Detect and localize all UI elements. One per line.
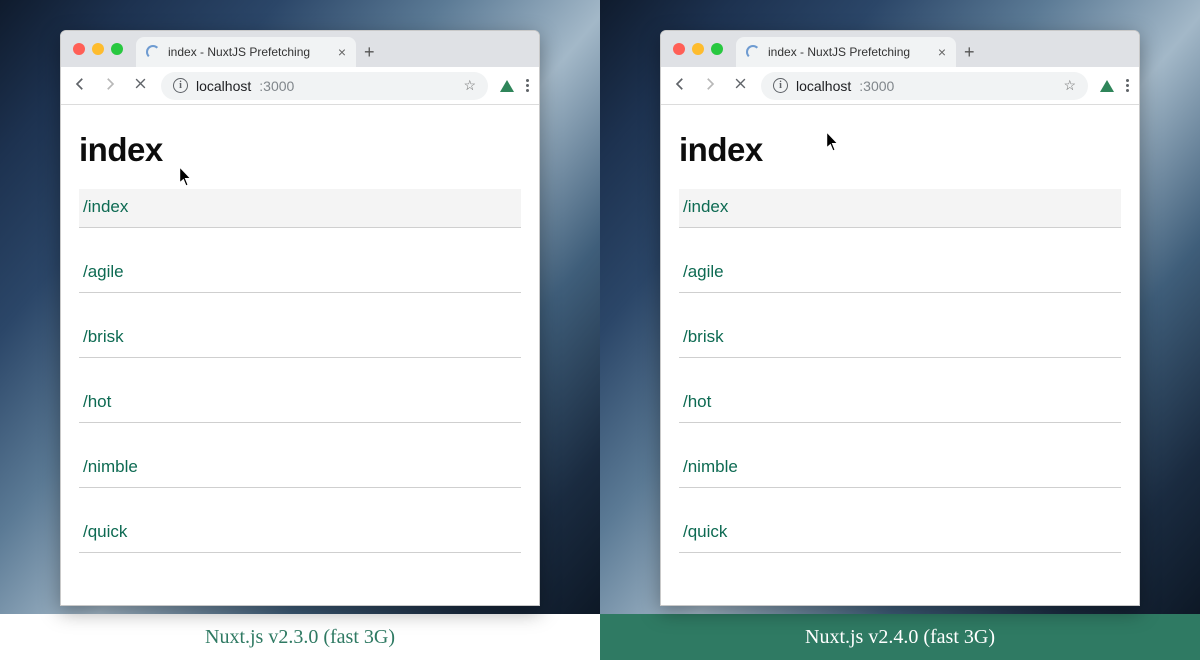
caption-label: Nuxt.js v2.4.0 (fast 3G) [600,614,1200,660]
link-list: /index /agile /brisk /hot /nimble /quick [679,189,1121,553]
browser-tab[interactable]: index - NuxtJS Prefetching × [136,37,356,67]
browser-menu-button[interactable] [526,79,529,92]
forward-button[interactable] [101,75,119,97]
caption-label: Nuxt.js v2.3.0 (fast 3G) [0,614,600,660]
close-window-button[interactable] [73,43,85,55]
bookmark-star-icon[interactable]: ☆ [463,77,476,94]
browser-tab[interactable]: index - NuxtJS Prefetching × [736,37,956,67]
site-info-icon[interactable]: i [773,78,788,93]
new-tab-button[interactable]: + [364,43,375,61]
nav-link[interactable]: /index [679,189,1121,228]
nav-link[interactable]: /hot [79,384,521,423]
browser-window: index - NuxtJS Prefetching × + i localho… [660,30,1140,606]
browser-menu-button[interactable] [1126,79,1129,92]
nuxt-extension-icon[interactable] [500,80,514,92]
page-content: index /index /agile /brisk /hot /nimble … [61,105,539,605]
close-tab-icon[interactable]: × [938,45,946,59]
tab-title: index - NuxtJS Prefetching [168,45,330,59]
back-button[interactable] [71,75,89,97]
nav-link[interactable]: /index [79,189,521,228]
stop-reload-button[interactable] [131,76,149,95]
desktop-background: index - NuxtJS Prefetching × + i localho… [600,0,1200,614]
nav-link[interactable]: /nimble [79,449,521,488]
nav-link[interactable]: /quick [679,514,1121,553]
url-host: localhost [196,78,251,94]
window-controls [73,43,123,55]
comparison-panel-left: index - NuxtJS Prefetching × + i localho… [0,0,600,660]
tab-title: index - NuxtJS Prefetching [768,45,930,59]
page-title: index [679,131,1121,169]
browser-window: index - NuxtJS Prefetching × + i localho… [60,30,540,606]
link-list: /index /agile /brisk /hot /nimble /quick [79,189,521,553]
page-content: index /index /agile /brisk /hot /nimble … [661,105,1139,605]
nav-link[interactable]: /nimble [679,449,1121,488]
nav-link[interactable]: /agile [79,254,521,293]
page-title: index [79,131,521,169]
maximize-window-button[interactable] [711,43,723,55]
maximize-window-button[interactable] [111,43,123,55]
url-host: localhost [796,78,851,94]
minimize-window-button[interactable] [692,43,704,55]
url-port: :3000 [859,78,894,94]
window-controls [673,43,723,55]
nav-link[interactable]: /quick [79,514,521,553]
loading-spinner-icon [146,45,160,59]
nuxt-extension-icon[interactable] [1100,80,1114,92]
close-window-button[interactable] [673,43,685,55]
address-bar[interactable]: i localhost :3000 ☆ [761,72,1088,100]
address-bar[interactable]: i localhost :3000 ☆ [161,72,488,100]
stop-reload-button[interactable] [731,76,749,95]
bookmark-star-icon[interactable]: ☆ [1063,77,1076,94]
forward-button[interactable] [701,75,719,97]
url-port: :3000 [259,78,294,94]
comparison-panel-right: index - NuxtJS Prefetching × + i localho… [600,0,1200,660]
browser-tabstrip: index - NuxtJS Prefetching × + [661,31,1139,67]
nav-link[interactable]: /agile [679,254,1121,293]
site-info-icon[interactable]: i [173,78,188,93]
browser-toolbar: i localhost :3000 ☆ [61,67,539,105]
nav-link[interactable]: /brisk [79,319,521,358]
minimize-window-button[interactable] [92,43,104,55]
nav-link[interactable]: /hot [679,384,1121,423]
new-tab-button[interactable]: + [964,43,975,61]
loading-spinner-icon [746,45,760,59]
nav-link[interactable]: /brisk [679,319,1121,358]
browser-tabstrip: index - NuxtJS Prefetching × + [61,31,539,67]
close-tab-icon[interactable]: × [338,45,346,59]
back-button[interactable] [671,75,689,97]
browser-toolbar: i localhost :3000 ☆ [661,67,1139,105]
desktop-background: index - NuxtJS Prefetching × + i localho… [0,0,600,614]
